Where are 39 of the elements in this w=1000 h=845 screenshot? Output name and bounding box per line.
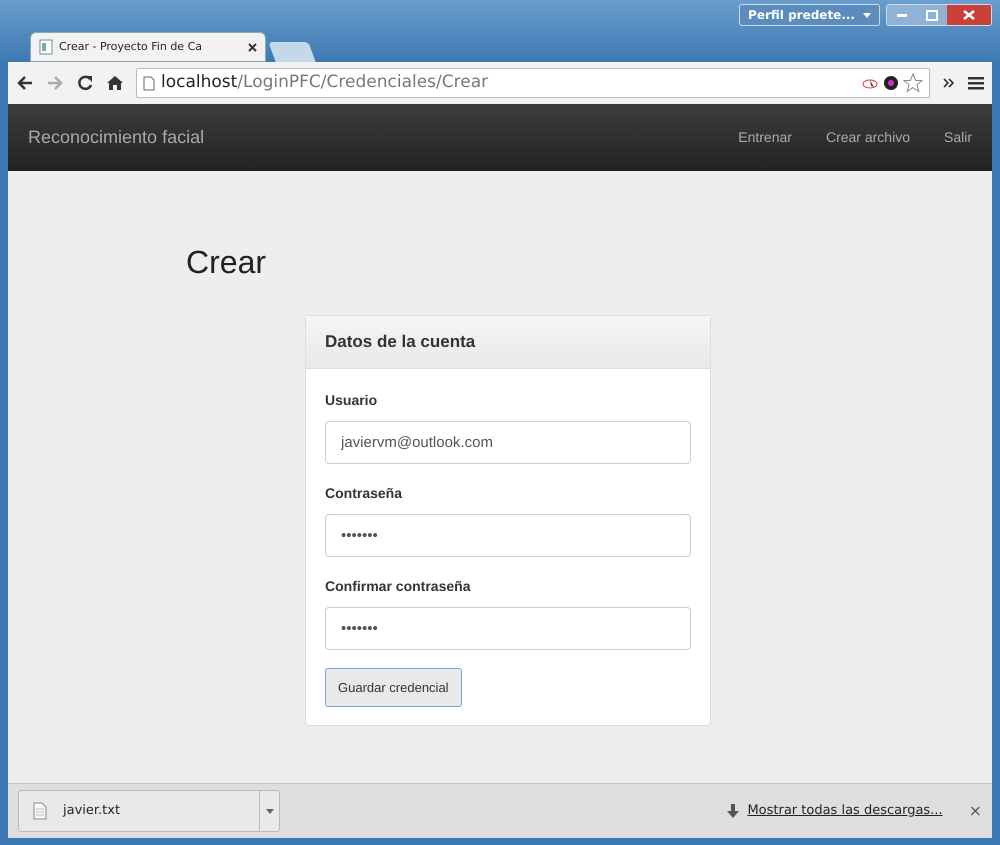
url-text: localhost/LoginPFC/Credenciales/Crear xyxy=(161,71,488,94)
caret-icon[interactable] xyxy=(266,808,274,814)
save-button[interactable]: Guardar credencial xyxy=(325,668,462,708)
lens-icon[interactable] xyxy=(883,75,899,91)
menu-icon[interactable] xyxy=(968,76,984,90)
field-label: Contraseña xyxy=(325,484,402,503)
input-field[interactable]: javiervm@outlook.com xyxy=(325,420,691,464)
panel-heading: Datos de la cuenta xyxy=(306,316,710,369)
input-field[interactable]: ••••••• xyxy=(325,606,691,650)
brand-link[interactable]: Reconocimiento facial xyxy=(28,124,204,151)
close-button[interactable]: × xyxy=(968,799,982,823)
browser-tab[interactable]: Crear - Proyecto Fin de Ca xyxy=(30,32,266,62)
input-field[interactable]: ••••••• xyxy=(325,514,691,557)
new-tab-button[interactable] xyxy=(268,42,316,62)
home-icon[interactable] xyxy=(106,75,124,91)
nav-link[interactable]: Entrenar xyxy=(738,127,792,148)
star-icon[interactable] xyxy=(903,73,923,93)
download-icon xyxy=(727,804,740,818)
reload-icon[interactable] xyxy=(76,74,94,92)
show-all-downloads-link[interactable]: Mostrar todas las descargas... xyxy=(747,801,943,821)
maximize-icon xyxy=(926,10,938,20)
file-icon xyxy=(33,802,47,820)
address-bar[interactable]: localhost/LoginPFC/Credenciales/Crear xyxy=(136,68,930,98)
field-label: Usuario xyxy=(325,390,378,410)
page-title: Crear xyxy=(186,243,268,282)
caret-icon xyxy=(863,12,871,18)
field-label: Confirmar contraseña xyxy=(325,576,470,596)
page-icon xyxy=(39,39,53,55)
close-icon xyxy=(963,10,975,20)
minimize-icon xyxy=(897,14,907,16)
nav-link[interactable]: Crear archivo xyxy=(826,127,910,148)
page-icon xyxy=(143,76,155,90)
chevron-icon[interactable] xyxy=(942,77,956,89)
close-button[interactable] xyxy=(947,5,991,25)
back-icon[interactable] xyxy=(16,75,34,91)
profile-button[interactable]: Perfil predete... xyxy=(739,4,880,26)
download-item[interactable]: javier.txt xyxy=(18,790,280,832)
close-icon[interactable] xyxy=(248,42,257,52)
nav-link[interactable]: Salir xyxy=(944,127,972,148)
